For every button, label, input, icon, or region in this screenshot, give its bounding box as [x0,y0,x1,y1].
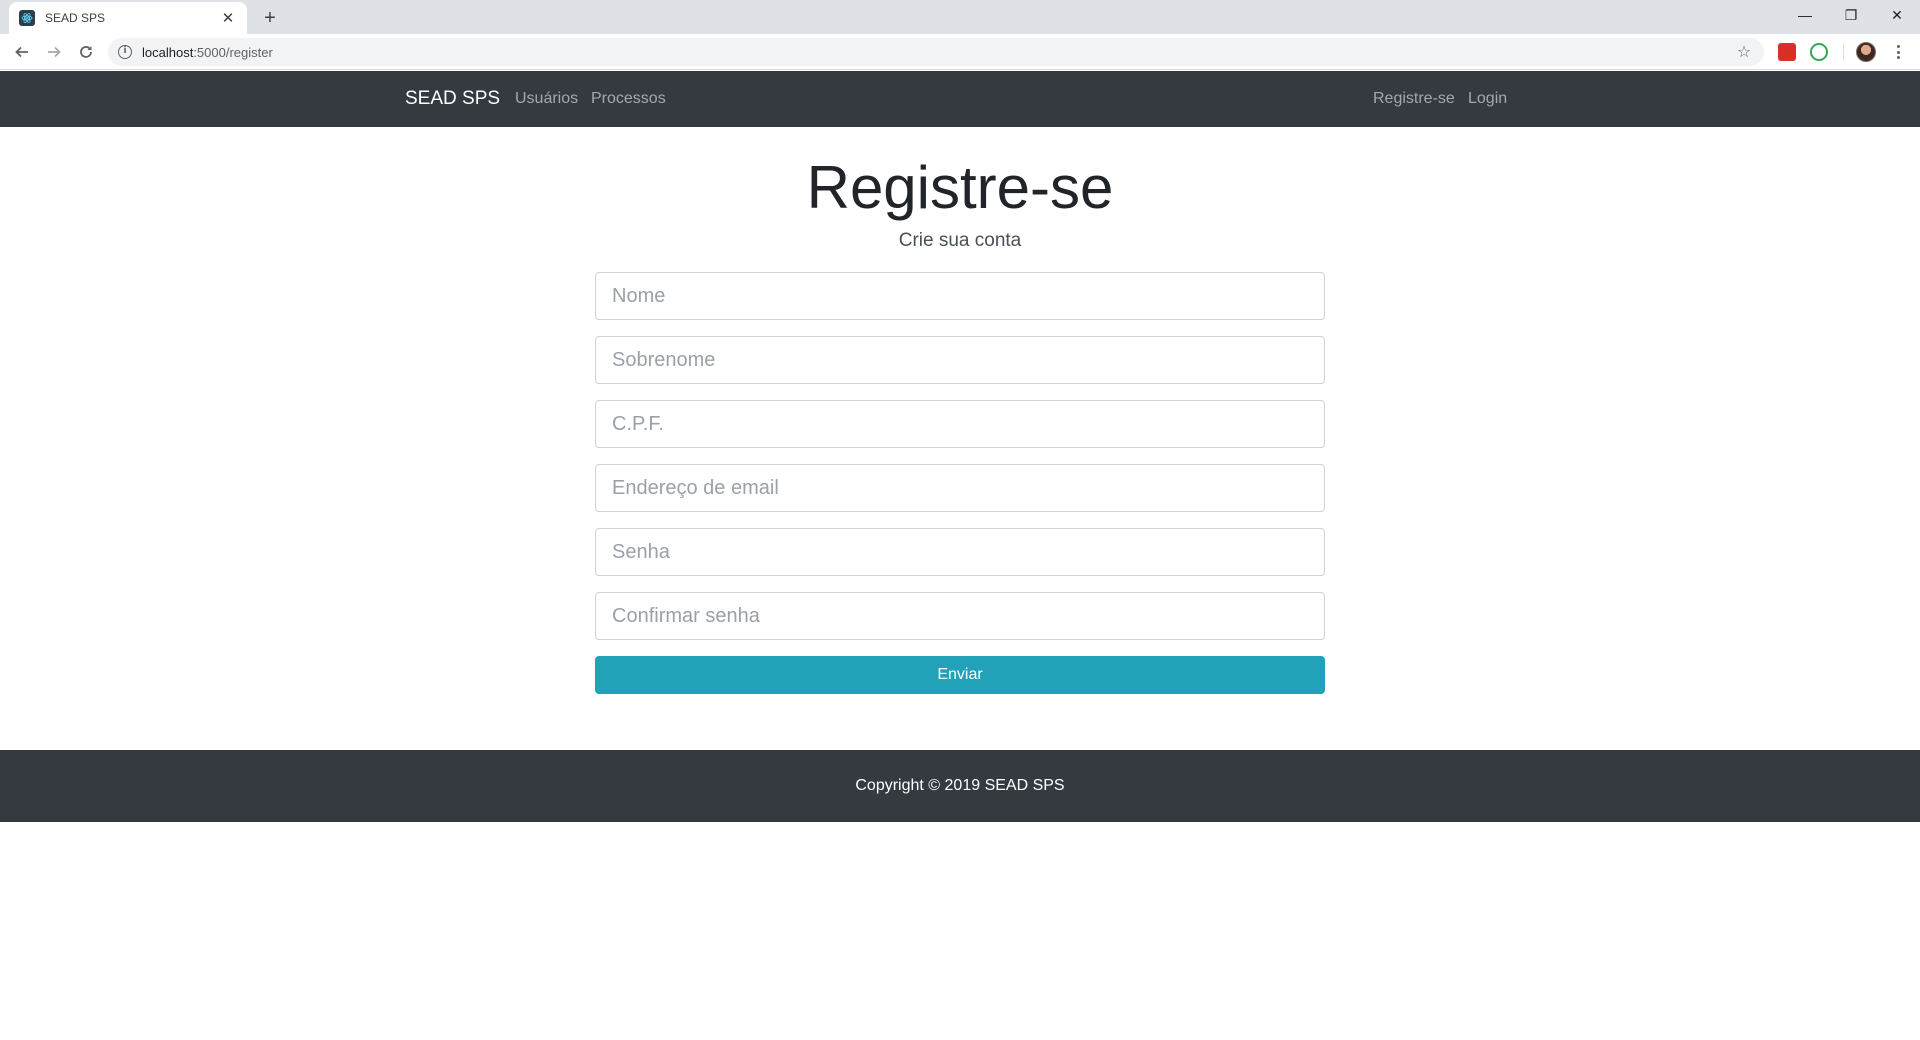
profile-avatar[interactable] [1856,42,1876,62]
extension-green-icon[interactable] [1810,43,1828,61]
bookmark-star-icon[interactable]: ☆ [1730,42,1758,62]
last-name-input[interactable] [595,336,1325,384]
forward-button[interactable] [40,38,68,66]
reload-icon [80,46,92,58]
password-input[interactable] [595,528,1325,576]
nav-link-usuarios[interactable]: Usuários [515,90,578,108]
tab-title: SEAD SPS [45,11,106,25]
nav-link-login[interactable]: Login [1468,90,1507,108]
browser-toolbar: i localhost:5000/register ☆ [0,34,1920,70]
address-bar[interactable]: i localhost:5000/register ☆ [108,38,1764,66]
window-controls: — ❐ ✕ [1782,0,1920,30]
url-path: :5000/register [193,44,273,60]
page-title: Registre-se [806,154,1114,221]
toolbar-divider [1843,44,1844,60]
restore-button[interactable]: ❐ [1828,0,1874,30]
first-name-input[interactable] [595,272,1325,320]
brand-link[interactable]: SEAD SPS [405,88,500,110]
nav-link-processos[interactable]: Processos [591,90,666,108]
site-navbar: SEAD SPS Usuários Processos Registre-se … [0,71,1920,127]
back-button[interactable] [8,38,36,66]
cpf-input[interactable] [595,400,1325,448]
page-subtitle: Crie sua conta [898,230,1022,251]
tab-close-icon[interactable]: ✕ [219,9,237,27]
site-footer: Copyright © 2019 SEAD SPS [0,750,1920,822]
browser-tabstrip: SEAD SPS ✕ + — ❐ ✕ [0,0,1920,34]
react-favicon-icon [19,10,35,26]
confirm-password-input[interactable] [595,592,1325,640]
minimize-button[interactable]: — [1782,0,1828,30]
register-form: Enviar [595,272,1325,694]
browser-tab[interactable]: SEAD SPS ✕ [9,2,247,34]
url-text[interactable]: localhost:5000/register [142,45,1730,60]
forward-arrow-icon [48,46,61,58]
submit-button[interactable]: Enviar [595,656,1325,694]
reload-button[interactable] [72,38,100,66]
url-host: localhost [142,44,194,60]
new-tab-button[interactable]: + [258,6,282,30]
extension-red-icon[interactable] [1778,43,1796,61]
nav-link-registre-se[interactable]: Registre-se [1373,90,1455,108]
footer-copyright: Copyright © 2019 SEAD SPS [855,777,1065,794]
back-arrow-icon [15,46,28,58]
site-info-icon[interactable]: i [118,45,132,59]
email-input[interactable] [595,464,1325,512]
close-window-button[interactable]: ✕ [1874,0,1920,30]
browser-menu-icon[interactable] [1890,42,1906,62]
